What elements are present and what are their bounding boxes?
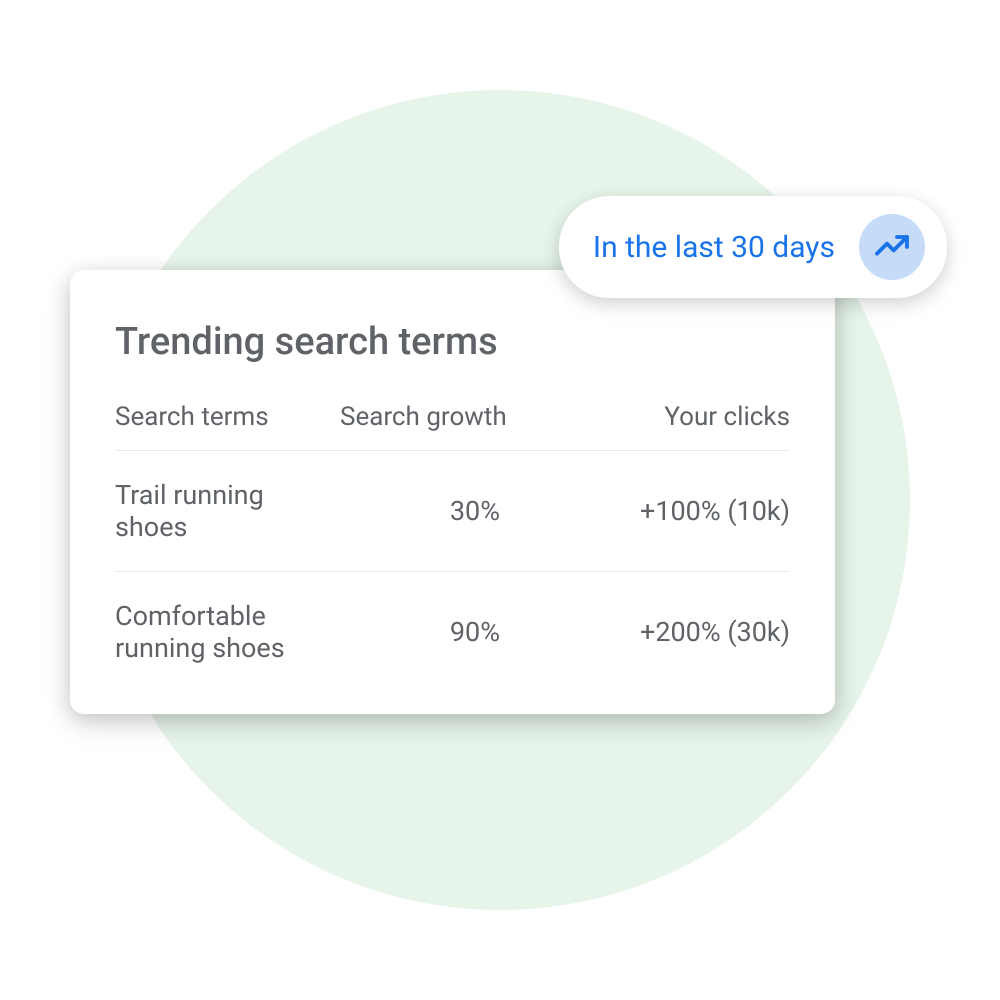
cell-growth: 30%	[340, 495, 550, 527]
table-header: Search terms Search growth Your clicks	[115, 402, 790, 451]
cell-clicks: +100% (10k)	[550, 495, 790, 527]
column-header-clicks: Your clicks	[550, 402, 790, 432]
column-header-terms: Search terms	[115, 402, 340, 432]
column-header-growth: Search growth	[340, 402, 550, 432]
time-range-label: In the last 30 days	[593, 230, 835, 265]
cell-term: Trail running shoes	[115, 479, 340, 543]
time-range-pill[interactable]: In the last 30 days	[559, 196, 947, 298]
trending-card: Trending search terms Search terms Searc…	[70, 270, 835, 714]
cell-growth: 90%	[340, 616, 550, 648]
cell-clicks: +200% (30k)	[550, 616, 790, 648]
card-title: Trending search terms	[115, 320, 790, 364]
table-row: Comfortable running shoes 90% +200% (30k…	[115, 572, 790, 674]
trending-table: Search terms Search growth Your clicks T…	[115, 402, 790, 674]
cell-term: Comfortable running shoes	[115, 600, 340, 664]
table-row: Trail running shoes 30% +100% (10k)	[115, 451, 790, 572]
trending-up-icon	[859, 214, 925, 280]
